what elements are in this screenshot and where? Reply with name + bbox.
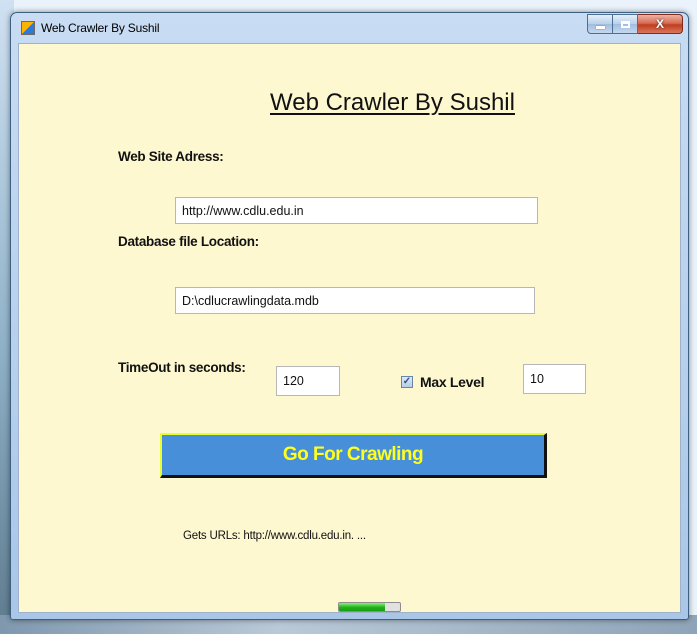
timeout-label: TimeOut in seconds: bbox=[118, 360, 246, 375]
app-window: Web Crawler By Sushil X Web Crawler By S… bbox=[10, 12, 689, 620]
go-for-crawling-button[interactable]: Go For Crawling bbox=[160, 433, 547, 478]
status-text: Gets URLs: http://www.cdlu.edu.in. ... bbox=[183, 530, 366, 542]
minimize-button[interactable] bbox=[587, 14, 613, 34]
crawl-progress-bar bbox=[338, 602, 401, 612]
form-client-area: Web Crawler By Sushil Web Site Adress: h… bbox=[18, 43, 681, 613]
max-level-input[interactable]: 10 bbox=[523, 364, 586, 394]
maximize-icon bbox=[620, 20, 630, 28]
checkmark-icon: ✓ bbox=[402, 376, 412, 387]
website-input[interactable]: http://www.cdlu.edu.in bbox=[175, 197, 538, 224]
form-heading: Web Crawler By Sushil bbox=[270, 89, 515, 116]
database-label: Database file Location: bbox=[118, 234, 259, 249]
max-level-checkbox[interactable]: ✓ bbox=[401, 376, 413, 388]
close-icon: X bbox=[655, 17, 664, 31]
website-label: Web Site Adress: bbox=[118, 149, 224, 164]
minimize-icon bbox=[595, 25, 605, 29]
database-path-input[interactable]: D:\cdlucrawlingdata.mdb bbox=[175, 287, 535, 314]
maximize-button[interactable] bbox=[613, 14, 638, 34]
app-icon bbox=[21, 21, 35, 35]
timeout-input[interactable]: 120 bbox=[276, 366, 340, 396]
window-title: Web Crawler By Sushil bbox=[41, 21, 160, 35]
max-level-label[interactable]: Max Level bbox=[420, 374, 485, 390]
progress-bar-fill bbox=[339, 603, 385, 611]
window-controls: X bbox=[587, 14, 683, 34]
title-bar[interactable]: Web Crawler By Sushil X bbox=[11, 13, 688, 43]
close-button[interactable]: X bbox=[638, 14, 683, 34]
